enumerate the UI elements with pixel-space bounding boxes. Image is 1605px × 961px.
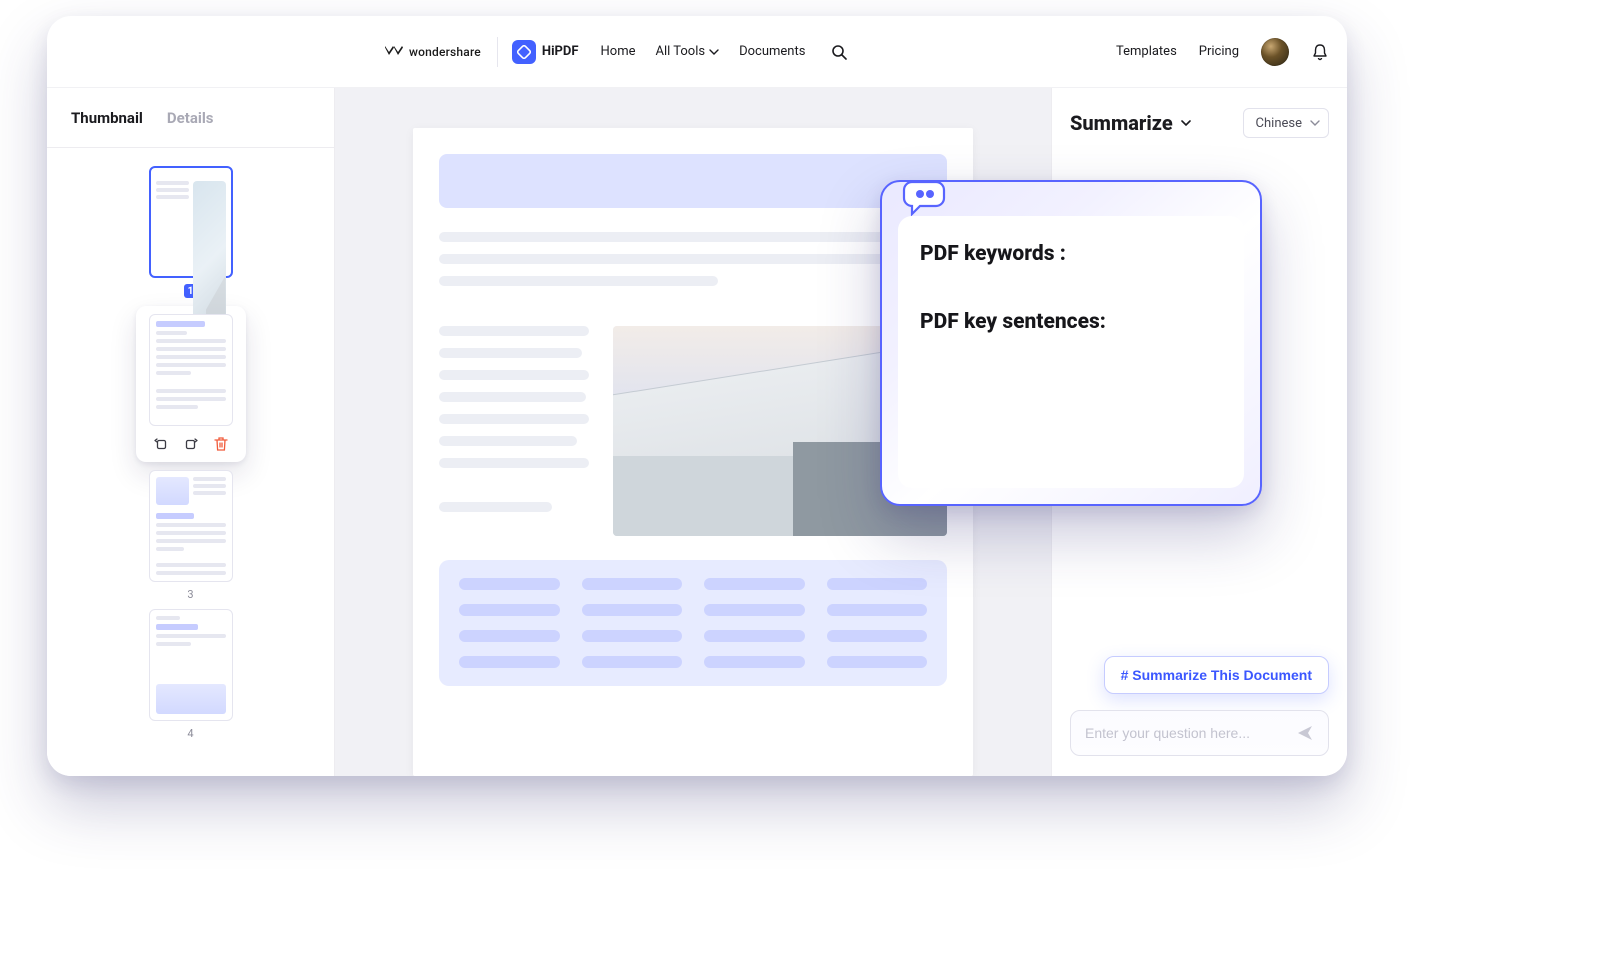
search-button[interactable]: [831, 44, 847, 60]
tab-thumbnail[interactable]: Thumbnail: [71, 109, 143, 127]
document-table: [439, 560, 947, 686]
language-select-value: Chinese: [1256, 116, 1302, 131]
thumbnail-preview: [149, 609, 233, 721]
ai-result-card: PDF keywords : PDF key sentences:: [898, 216, 1244, 488]
thumbnail-item[interactable]: 3: [149, 470, 233, 601]
nav-all-tools[interactable]: All Tools: [655, 44, 719, 59]
summarize-label: Summarize: [1070, 111, 1173, 135]
thumbnail-item-hover[interactable]: [136, 306, 246, 462]
thumbnail-preview: [149, 470, 233, 582]
thumbnail-preview: [149, 166, 233, 278]
summarize-button[interactable]: # Summarize This Document: [1104, 656, 1329, 694]
thumbnail-item[interactable]: 4: [149, 609, 233, 740]
hipdf-logo-icon: [512, 40, 536, 64]
chat-input[interactable]: [1085, 725, 1286, 741]
pdf-keywords-label: PDF keywords :: [920, 242, 1222, 266]
hipdf-logo[interactable]: HiPDF: [512, 40, 579, 64]
search-icon: [831, 44, 847, 60]
rotate-right-icon: [183, 436, 199, 452]
summarize-dropdown[interactable]: Summarize: [1070, 111, 1191, 135]
nav-all-tools-label: All Tools: [655, 44, 705, 59]
page-number: 3: [187, 588, 193, 601]
thumbnail-preview: [149, 314, 233, 426]
thumbnail-actions: [151, 434, 231, 454]
chevron-down-icon: [1181, 118, 1191, 128]
sidebar-tabs: Thumbnail Details: [47, 88, 334, 148]
pdf-key-sentences-label: PDF key sentences:: [920, 310, 1222, 334]
bell-icon: [1311, 43, 1329, 61]
trash-icon: [214, 436, 228, 452]
page-number: 4: [187, 727, 193, 740]
top-header: wondershare HiPDF Home All Tools Documen…: [47, 16, 1347, 88]
wondershare-logo-icon: [385, 46, 403, 58]
avatar[interactable]: [1261, 38, 1289, 66]
nav-documents[interactable]: Documents: [739, 44, 805, 59]
thumbnail-sidebar: Thumbnail Details: [47, 88, 335, 776]
header-right: Templates Pricing: [1116, 38, 1329, 66]
language-select[interactable]: Chinese: [1243, 108, 1329, 138]
ai-result-popup: PDF keywords : PDF key sentences:: [880, 180, 1262, 506]
thumbnail-item[interactable]: 1: [149, 166, 233, 298]
rotate-left-icon: [153, 436, 169, 452]
rotate-left-button[interactable]: [151, 434, 171, 454]
chat-bubble-icon: [900, 176, 948, 216]
rotate-right-button[interactable]: [181, 434, 201, 454]
delete-page-button[interactable]: [211, 434, 231, 454]
tab-details[interactable]: Details: [167, 109, 214, 127]
wondershare-logo[interactable]: wondershare: [385, 37, 498, 67]
chevron-down-icon: [1310, 118, 1320, 128]
primary-nav: Home All Tools Documents: [601, 44, 848, 60]
wondershare-logo-text: wondershare: [409, 45, 481, 59]
thumbnail-list: 1: [47, 148, 334, 776]
chat-input-box: [1070, 710, 1329, 756]
chevron-down-icon: [709, 47, 719, 57]
nav-templates[interactable]: Templates: [1116, 44, 1177, 59]
nav-pricing[interactable]: Pricing: [1199, 44, 1239, 59]
send-icon: [1296, 724, 1314, 742]
nav-home[interactable]: Home: [601, 44, 636, 59]
send-button[interactable]: [1296, 724, 1314, 742]
hipdf-logo-text: HiPDF: [542, 44, 579, 59]
notifications-button[interactable]: [1311, 43, 1329, 61]
